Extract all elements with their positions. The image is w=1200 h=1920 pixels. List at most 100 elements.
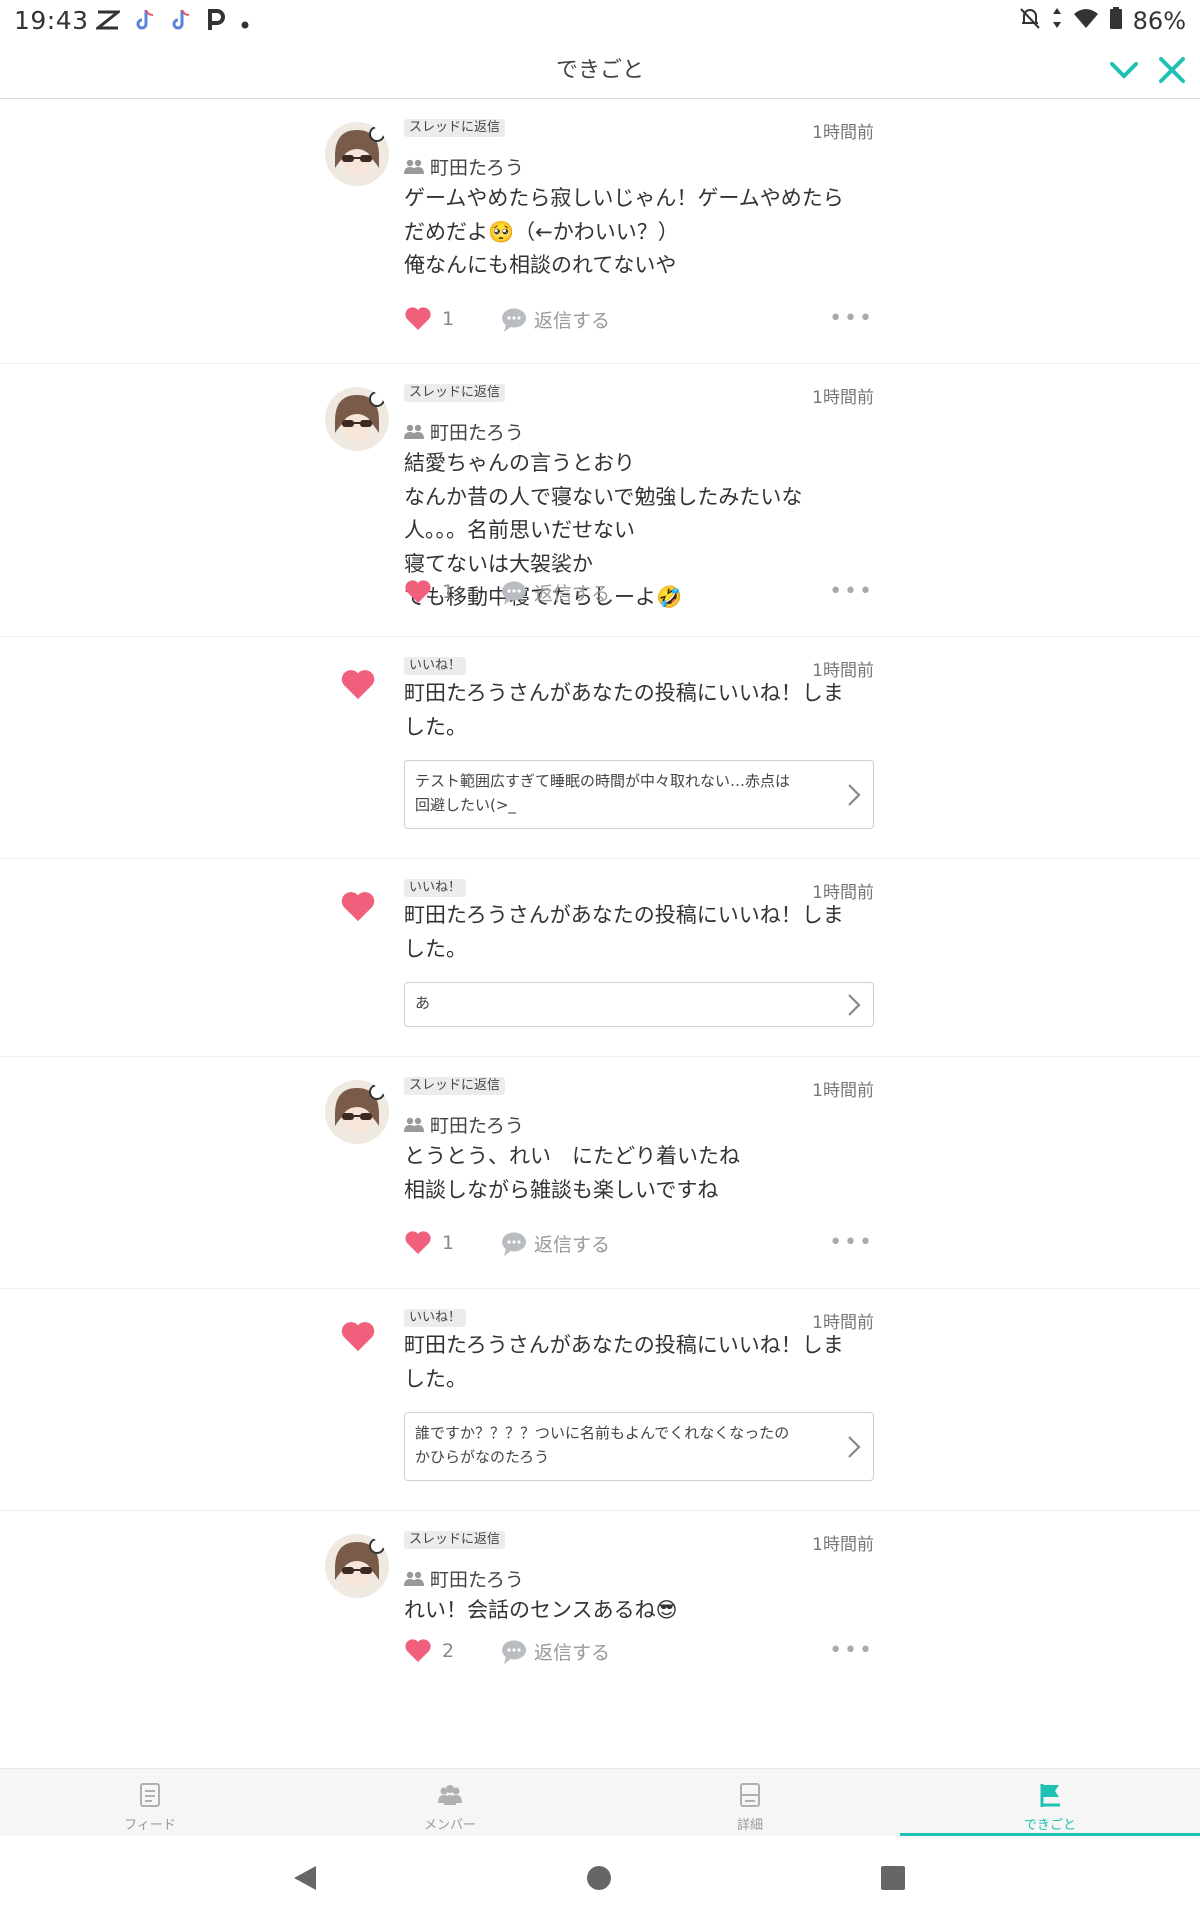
event-type-badge: スレッドに返信	[404, 1531, 506, 1549]
event-item[interactable]: いいね！ 1時間前 町田たろうさんがあなたの投稿にいいね！しま した。 あ	[0, 859, 1200, 1057]
members-icon	[438, 1785, 462, 1805]
event-message: 町田たろうさんがあなたの投稿にいいね！しま した。	[404, 903, 844, 961]
recents-square-icon	[881, 1866, 905, 1890]
back-triangle-icon	[294, 1866, 316, 1890]
status-bar: 19:43 86%	[0, 0, 1200, 44]
p-app-icon	[206, 8, 226, 39]
tab-members[interactable]: メンバー	[300, 1769, 600, 1837]
like-count: 1	[442, 308, 455, 330]
reply-button[interactable]: 返信する	[500, 1230, 610, 1257]
avatar[interactable]	[325, 1080, 389, 1144]
system-navigation-bar	[0, 1836, 1200, 1920]
more-options-button[interactable]: •••	[829, 579, 874, 604]
like-button[interactable]: 1	[404, 1230, 454, 1256]
event-actions: 1 返信する •••	[404, 1230, 874, 1262]
event-actions: 1 返信する •••	[404, 579, 874, 611]
more-icon: •••	[829, 579, 874, 604]
back-button[interactable]	[283, 1856, 327, 1900]
avatar[interactable]	[325, 387, 389, 451]
app-header: できごと	[0, 44, 1200, 99]
heart-icon	[405, 580, 431, 603]
chevron-right-icon	[848, 783, 861, 806]
tab-events[interactable]: できごと	[900, 1769, 1200, 1837]
quoted-post-link[interactable]: あ	[404, 982, 874, 1027]
quoted-post-link[interactable]: 誰ですか？？？？ついに名前もよんでくれなくなったの かひらがなのたろう	[404, 1412, 874, 1481]
avatar-image	[325, 387, 389, 451]
home-circle-icon	[587, 1866, 611, 1890]
bottom-tab-bar: フィード メンバー 詳細 できごと	[0, 1768, 1200, 1837]
more-options-button[interactable]: •••	[829, 1230, 874, 1255]
heart-icon	[405, 1231, 431, 1254]
close-button[interactable]	[1150, 48, 1194, 92]
tab-feed[interactable]: フィード	[0, 1769, 300, 1837]
reply-button[interactable]: 返信する	[500, 1638, 610, 1665]
like-button[interactable]: 1	[404, 579, 454, 605]
event-message: 町田たろうさんがあなたの投稿にいいね！しま した。	[404, 1333, 844, 1391]
avatar[interactable]	[325, 122, 389, 186]
more-options-button[interactable]: •••	[829, 1638, 874, 1663]
capcut-icon	[93, 9, 123, 38]
close-icon	[1159, 57, 1185, 83]
feed-icon	[140, 1783, 160, 1807]
like-button[interactable]: 2	[404, 1638, 454, 1664]
speech-bubble-icon	[502, 308, 526, 332]
chevron-right-icon	[848, 993, 861, 1016]
reply-button[interactable]: 返信する	[500, 579, 610, 606]
thread-user: 町田たろう	[404, 418, 524, 445]
more-options-button[interactable]: •••	[829, 306, 874, 331]
status-time: 19:43	[14, 6, 89, 35]
home-button[interactable]	[577, 1856, 621, 1900]
more-notifications-dot-icon	[240, 11, 250, 37]
bell-off-icon	[1019, 6, 1041, 36]
tab-label: できごと	[1023, 1818, 1076, 1833]
group-icon	[404, 1117, 424, 1132]
quoted-post-text: テスト範囲広すぎて睡眠の時間が中々取れない…赤点は 回避したい(>_	[415, 772, 791, 814]
thread-user: 町田たろう	[404, 1565, 524, 1592]
tab-label: メンバー	[423, 1818, 476, 1833]
mark-read-button[interactable]	[1102, 48, 1146, 92]
avatar[interactable]	[325, 1534, 389, 1598]
event-type-badge: いいね！	[404, 879, 467, 897]
event-actions: 2 返信する •••	[404, 1638, 874, 1670]
event-item[interactable]: いいね！ 1時間前 町田たろうさんがあなたの投稿にいいね！しま した。 誰ですか…	[0, 1289, 1200, 1511]
battery-icon	[1109, 6, 1123, 36]
reply-label: 返信する	[534, 583, 611, 605]
wifi-icon	[1073, 7, 1099, 35]
flag-icon	[1040, 1784, 1060, 1807]
event-item[interactable]: スレッドに返信 1時間前 町田たろう とうとう、れい にたどり着いたね 相談しな…	[0, 1057, 1200, 1289]
event-message: 町田たろうさんがあなたの投稿にいいね！しま した。	[404, 681, 844, 739]
group-icon	[404, 424, 424, 439]
tab-details[interactable]: 詳細	[600, 1769, 900, 1837]
reply-button[interactable]: 返信する	[500, 306, 610, 333]
quoted-post-text: あ	[415, 994, 431, 1012]
like-count: 1	[442, 1232, 455, 1254]
event-item[interactable]: スレッドに返信 1時間前 町田たろう 結愛ちゃんの言うとおり なんか昔の人で寝な…	[0, 364, 1200, 637]
like-count: 2	[442, 1640, 455, 1662]
battery-level: 86%	[1132, 7, 1186, 35]
page-title: できごと	[555, 58, 644, 83]
speech-bubble-icon	[502, 1232, 526, 1256]
event-time: 1時間前	[812, 123, 874, 143]
avatar-image	[325, 1534, 389, 1598]
more-icon: •••	[829, 1230, 874, 1255]
event-type-badge: スレッドに返信	[404, 119, 506, 137]
event-item[interactable]: スレッドに返信 1時間前 町田たろう れい！会話のセンスあるね😎 2 返信する …	[0, 1511, 1200, 1711]
data-arrows-icon	[1051, 6, 1063, 36]
reply-label: 返信する	[534, 1642, 611, 1664]
status-notification-icons	[93, 8, 250, 39]
recents-button[interactable]	[871, 1856, 915, 1900]
tab-label: 詳細	[736, 1818, 763, 1833]
like-button[interactable]: 1	[404, 306, 454, 332]
user-name: 町田たろう	[430, 157, 524, 179]
event-message: ゲームやめたら寂しいじゃん！ゲームやめたら だめだよ🥺（←かわいい？） 俺なんに…	[404, 186, 844, 277]
tiktok-icon	[134, 8, 156, 39]
event-item[interactable]: いいね！ 1時間前 町田たろうさんがあなたの投稿にいいね！しま した。 テスト範…	[0, 637, 1200, 859]
thread-user: 町田たろう	[404, 153, 524, 180]
event-item[interactable]: スレッドに返信 1時間前 町田たろう ゲームやめたら寂しいじゃん！ゲームやめたら…	[0, 99, 1200, 364]
more-icon: •••	[829, 1638, 874, 1663]
event-type-badge: いいね！	[404, 1309, 467, 1327]
heart-icon	[341, 892, 375, 922]
avatar-image	[325, 1080, 389, 1144]
event-type-badge: スレッドに返信	[404, 384, 506, 402]
quoted-post-link[interactable]: テスト範囲広すぎて睡眠の時間が中々取れない…赤点は 回避したい(>_	[404, 760, 874, 829]
